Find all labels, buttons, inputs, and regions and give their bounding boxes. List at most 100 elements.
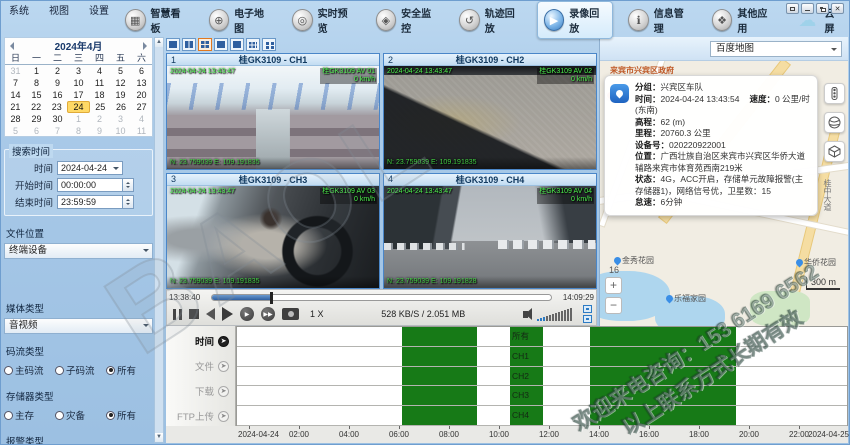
layout-single-button[interactable]	[166, 38, 180, 51]
recording-segment[interactable]	[402, 327, 477, 346]
toolbar-live-preview[interactable]: ◎实时预览	[286, 2, 361, 38]
toolbar-track-playback[interactable]: ↺轨迹回放	[453, 2, 528, 38]
recording-segment[interactable]	[402, 406, 477, 425]
layout-fullscreen-button[interactable]	[262, 38, 276, 51]
date-select[interactable]: 2024-04-24	[57, 161, 123, 175]
video-frame[interactable]: 2024-04-24 13:43:47桂GK3109 AV 010 km/hN:…	[167, 66, 379, 169]
calendar-day[interactable]: 30	[47, 113, 68, 125]
end-time-spinner[interactable]	[123, 195, 134, 209]
calendar-day[interactable]: 5	[110, 65, 131, 77]
timeline-section-4[interactable]: FTP上传➤	[177, 409, 229, 423]
calendar-day[interactable]: 2	[47, 65, 68, 77]
calendar-day[interactable]: 1	[68, 113, 89, 125]
calendar-day[interactable]: 9	[89, 125, 110, 137]
start-time-spinner[interactable]	[123, 178, 134, 192]
toolbar-dashboard[interactable]: ▦智慧看板	[119, 2, 194, 38]
zoom-out-button[interactable]: −	[605, 297, 622, 314]
calendar-day[interactable]: 8	[26, 77, 47, 89]
radio-option[interactable]: 所有	[106, 363, 153, 377]
video-cell-ch2[interactable]: 2桂GK3109 - CH22024-04-24 13:43:47桂GK3109…	[383, 53, 597, 170]
sidebar-scrollbar[interactable]: ▲ ▼	[154, 37, 164, 443]
video-cell-ch4[interactable]: 4桂GK3109 - CH42024-04-24 13:43:47桂GK3109…	[383, 173, 597, 290]
calendar-day[interactable]: 31	[5, 65, 26, 77]
panorama-button[interactable]	[824, 112, 845, 133]
minimize-button[interactable]	[801, 3, 814, 14]
start-time-input[interactable]: 00:00:00	[57, 178, 123, 192]
calendar-day[interactable]: 28	[5, 113, 26, 125]
toolbar-video-playback[interactable]: ▶录像回放	[537, 1, 614, 39]
calendar-day[interactable]: 12	[110, 77, 131, 89]
restore-button[interactable]	[816, 3, 829, 14]
panel-expand-buttons[interactable]	[583, 305, 592, 323]
file-location-select[interactable]: 终端设备	[4, 243, 153, 259]
scroll-down-icon[interactable]: ▼	[155, 433, 163, 442]
menu-item-0[interactable]: 系统	[9, 2, 29, 15]
calendar-day[interactable]: 26	[111, 101, 132, 113]
video-frame[interactable]: 2024-04-24 13:43:47桂GK3109 AV 020 km/hN:…	[384, 66, 596, 169]
recording-segment[interactable]	[402, 386, 477, 405]
calendar-day[interactable]: 3	[68, 65, 89, 77]
slow-play-button[interactable]: ▶	[240, 307, 254, 321]
recording-segment[interactable]	[590, 367, 736, 386]
toolbar-info-manage[interactable]: ℹ信息管理	[622, 2, 697, 38]
speaker-icon[interactable]	[523, 311, 528, 318]
calendar-day[interactable]: 23	[46, 101, 67, 113]
calendar-day[interactable]: 6	[131, 65, 152, 77]
map-canvas[interactable]: 来宾市兴宾区政府金秀花园乐福家园华侨花园桂中大道 分组：兴宾区车队时间：2024…	[600, 61, 848, 326]
radio-option[interactable]: 子码流	[55, 363, 102, 377]
calendar-next-icon[interactable]	[143, 42, 147, 50]
volume-slider[interactable]	[537, 307, 572, 321]
layout-nine-button[interactable]	[246, 38, 260, 51]
video-frame[interactable]: 2024-04-24 13:43:47桂GK3109 AV 030 km/hN:…	[167, 186, 379, 289]
layout-eight-button[interactable]	[230, 38, 244, 51]
recording-segment[interactable]	[402, 367, 477, 386]
calendar-day[interactable]: 10	[68, 77, 89, 89]
traffic-button[interactable]	[824, 83, 845, 104]
calendar-day[interactable]: 4	[131, 113, 152, 125]
layout-dual-button[interactable]	[182, 38, 196, 51]
calendar-day[interactable]: 7	[47, 125, 68, 137]
radio-option[interactable]: 主码流	[4, 363, 51, 377]
calendar-day[interactable]: 9	[47, 77, 68, 89]
close-button[interactable]: ✕	[831, 3, 844, 14]
calendar-day[interactable]: 8	[68, 125, 89, 137]
recording-segment[interactable]	[590, 347, 736, 366]
frame-back-button[interactable]	[206, 308, 215, 320]
calendar-day[interactable]: 2	[89, 113, 110, 125]
video-cell-ch1[interactable]: 1桂GK3109 - CH12024-04-24 13:43:47桂GK3109…	[166, 53, 380, 170]
video-cell-ch3[interactable]: 3桂GK3109 - CH32024-04-24 13:43:47桂GK3109…	[166, 173, 380, 290]
calendar-day[interactable]: 18	[89, 89, 110, 101]
calendar-day[interactable]: 25	[90, 101, 111, 113]
toolbar-e-map[interactable]: ⊕电子地图	[203, 2, 278, 38]
toolbar-security-monitor[interactable]: ◈安全监控	[370, 2, 445, 38]
calendar-day[interactable]: 21	[5, 101, 26, 113]
fast-play-button[interactable]: ▶▶	[261, 307, 275, 321]
calendar-day[interactable]: 14	[5, 89, 26, 101]
pause-button[interactable]	[173, 309, 182, 320]
seek-thumb[interactable]	[270, 292, 273, 304]
calendar-day[interactable]: 17	[68, 89, 89, 101]
calendar-day-selected[interactable]: 24	[67, 101, 90, 113]
zoom-in-button[interactable]: +	[605, 277, 622, 294]
calendar-day[interactable]: 27	[131, 101, 152, 113]
recording-segment[interactable]	[590, 386, 736, 405]
timeline-chart[interactable]: 所有CH1CH2CH3CH4	[236, 326, 848, 426]
calendar-prev-icon[interactable]	[10, 42, 14, 50]
radio-option[interactable]: 灾备	[55, 408, 102, 422]
scroll-up-icon[interactable]: ▲	[155, 38, 163, 47]
calendar-day[interactable]: 5	[5, 125, 26, 137]
recording-segment[interactable]	[590, 406, 736, 425]
calendar-day[interactable]: 19	[110, 89, 131, 101]
calendar-day[interactable]: 3	[110, 113, 131, 125]
menu-item-2[interactable]: 设置	[89, 2, 109, 15]
pin-window-button[interactable]	[786, 3, 799, 14]
timeline-section-2[interactable]: 文件➤	[195, 359, 229, 373]
timeline-section-3[interactable]: 下载➤	[195, 384, 229, 398]
3d-view-button[interactable]	[824, 141, 845, 162]
media-type-select[interactable]: 音视频	[4, 318, 153, 334]
calendar-day[interactable]: 29	[26, 113, 47, 125]
timeline-section-1[interactable]: 时间➤	[195, 334, 229, 348]
recording-segment[interactable]	[402, 347, 477, 366]
end-time-input[interactable]: 23:59:59	[57, 195, 123, 209]
toolbar-other-apps[interactable]: ❖其他应用	[706, 2, 781, 38]
